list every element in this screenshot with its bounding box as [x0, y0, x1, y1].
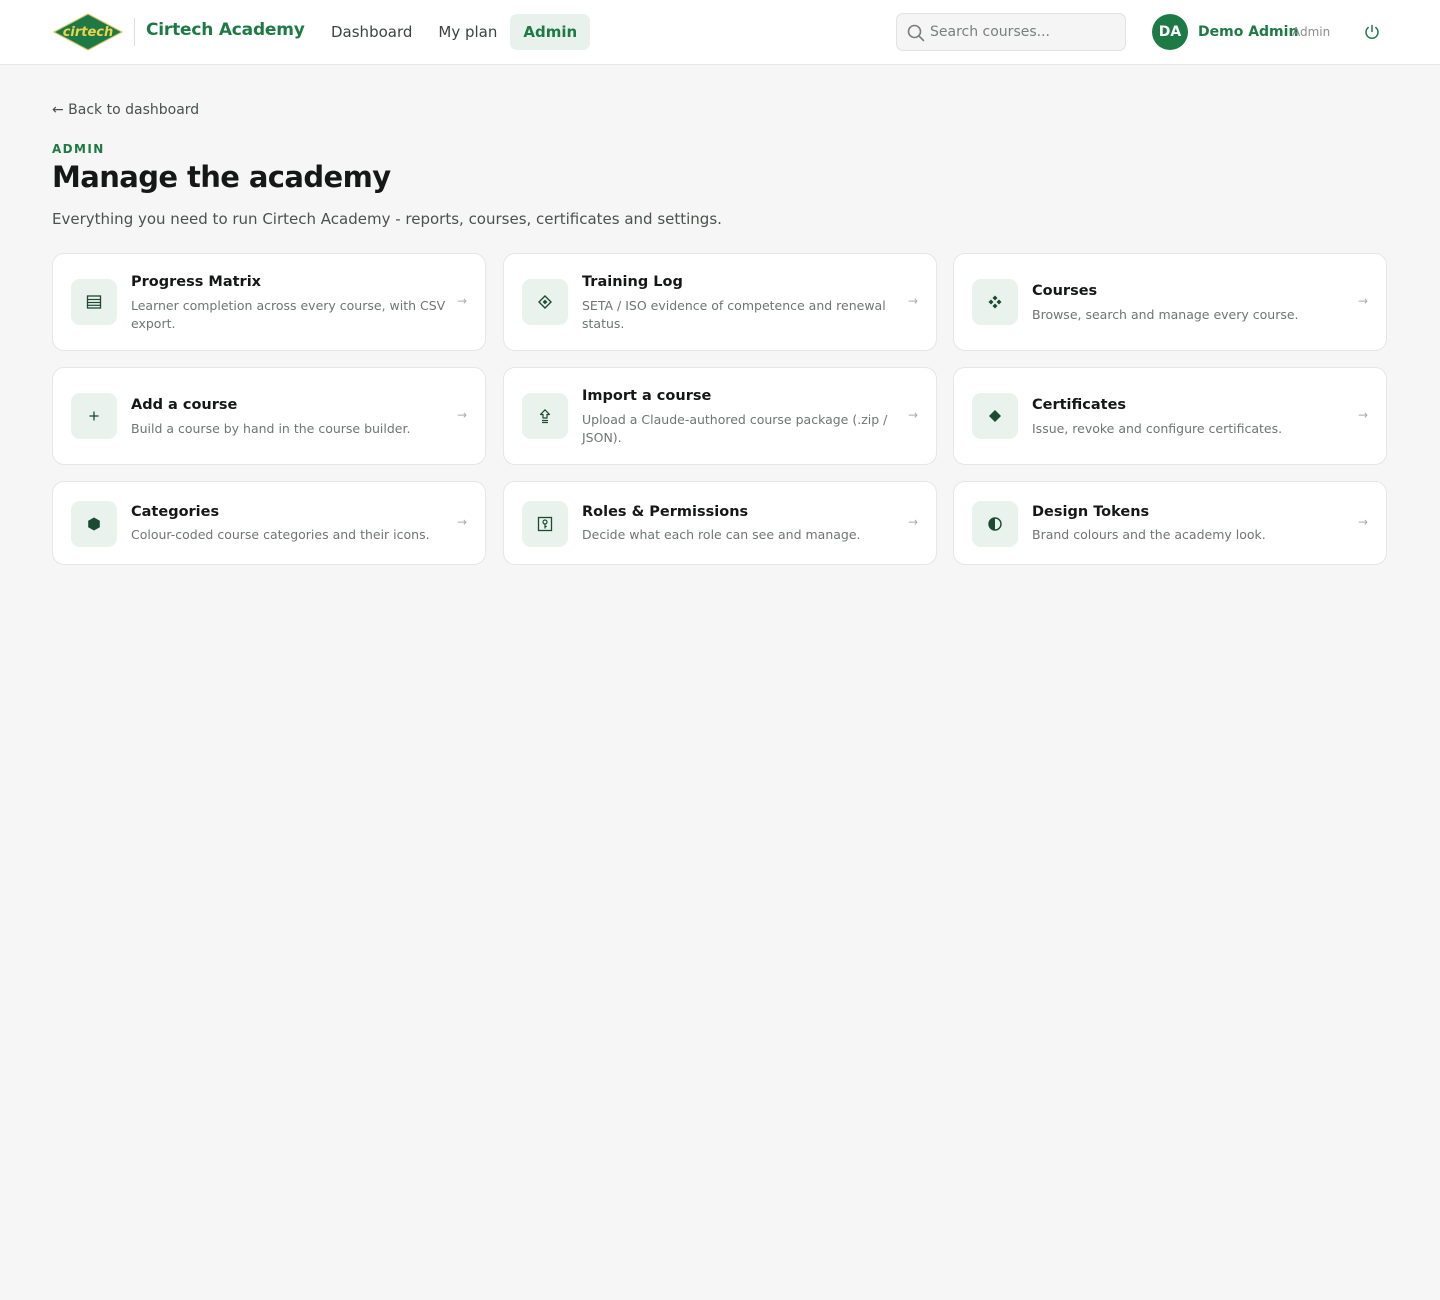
card-title: Training Log [582, 274, 683, 290]
upload-icon [539, 409, 551, 424]
key-icon [537, 516, 553, 532]
card-roles-permissions[interactable]: Roles & Permissions Decide what each rol… [503, 481, 937, 565]
card-title: Design Tokens [1032, 504, 1150, 520]
card-title: Roles & Permissions [582, 504, 749, 520]
logo-divider [134, 18, 135, 46]
main-nav: Dashboard My plan Admin [318, 14, 591, 50]
card-icon-box [972, 501, 1018, 547]
back-to-dashboard-link[interactable]: ← Back to dashboard [52, 102, 199, 118]
card-add-course[interactable]: Add a course Build a course by hand in t… [52, 367, 486, 465]
card-description: Upload a Claude-authored course package … [582, 412, 888, 445]
card-icon-box [522, 393, 568, 439]
card-title: Certificates [1032, 397, 1127, 413]
card-icon-box [522, 501, 568, 547]
arrow-right-icon: → [456, 294, 467, 308]
card-training-log[interactable]: Training Log SETA / ISO evidence of comp… [503, 253, 937, 351]
card-certificates[interactable]: Certificates Issue, revoke and configure… [953, 367, 1387, 465]
arrow-right-icon: → [1357, 294, 1368, 308]
card-description: Browse, search and manage every course. [1032, 307, 1299, 322]
nav-dashboard[interactable]: Dashboard [318, 14, 425, 50]
card-design-tokens[interactable]: Design Tokens Brand colours and the acad… [953, 481, 1387, 565]
search-box[interactable] [896, 13, 1126, 51]
plus-icon [89, 411, 99, 421]
diamond-outline-icon [538, 295, 552, 309]
nav-my-plan[interactable]: My plan [425, 14, 510, 50]
card-title: Import a course [582, 388, 712, 404]
svg-text:cirtech: cirtech [63, 25, 114, 40]
arrow-right-icon: → [907, 294, 918, 308]
top-navigation-bar: cirtech Cirtech Academy Dashboard My pla… [0, 0, 1440, 65]
card-title: Categories [131, 504, 220, 520]
four-diamonds-icon [988, 295, 1002, 309]
arrow-right-icon: → [456, 515, 467, 529]
card-progress-matrix[interactable]: Progress Matrix Learner completion acros… [52, 253, 486, 351]
user-avatar[interactable]: DA [1152, 14, 1188, 50]
card-description: Colour-coded course categories and their… [131, 527, 430, 542]
search-input[interactable] [930, 14, 1120, 50]
search-icon [907, 24, 925, 42]
card-icon-box [522, 279, 568, 325]
card-icon-box [972, 279, 1018, 325]
diamond-icon [989, 410, 1001, 422]
section-eyebrow: ADMIN [52, 142, 105, 156]
table-icon [86, 295, 102, 309]
card-description: Decide what each role can see and manage… [582, 527, 861, 542]
card-description: SETA / ISO evidence of competence and re… [582, 298, 886, 331]
page-title: Manage the academy [52, 160, 391, 194]
card-description: Learner completion across every course, … [131, 298, 446, 331]
arrow-right-icon: → [456, 408, 467, 422]
cirtech-logo[interactable]: cirtech [52, 12, 124, 52]
arrow-right-icon: → [907, 408, 918, 422]
card-title: Courses [1032, 283, 1098, 299]
arrow-right-icon: → [907, 515, 918, 529]
hexagon-icon [88, 517, 100, 531]
card-description: Brand colours and the academy look. [1032, 527, 1266, 542]
card-courses[interactable]: Courses Browse, search and manage every … [953, 253, 1387, 351]
card-description: Build a course by hand in the course bui… [131, 421, 411, 436]
card-description: Issue, revoke and configure certificates… [1032, 421, 1283, 436]
card-categories[interactable]: Categories Colour-coded course categorie… [52, 481, 486, 565]
card-icon-box [71, 393, 117, 439]
brand-name[interactable]: Cirtech Academy [146, 20, 305, 40]
card-title: Add a course [131, 397, 238, 413]
user-role: Admin [1292, 25, 1331, 39]
page-subtitle: Everything you need to run Cirtech Acade… [52, 210, 722, 228]
half-circle-icon [988, 517, 1002, 531]
power-icon[interactable] [1362, 22, 1382, 42]
arrow-right-icon: → [1357, 408, 1368, 422]
arrow-right-icon: → [1357, 515, 1368, 529]
card-icon-box [71, 279, 117, 325]
card-import-course[interactable]: Import a course Upload a Claude-authored… [503, 367, 937, 465]
card-title: Progress Matrix [131, 274, 262, 290]
nav-admin[interactable]: Admin [510, 14, 591, 50]
card-icon-box [71, 501, 117, 547]
user-name[interactable]: Demo Admin [1198, 24, 1298, 40]
card-icon-box [972, 393, 1018, 439]
